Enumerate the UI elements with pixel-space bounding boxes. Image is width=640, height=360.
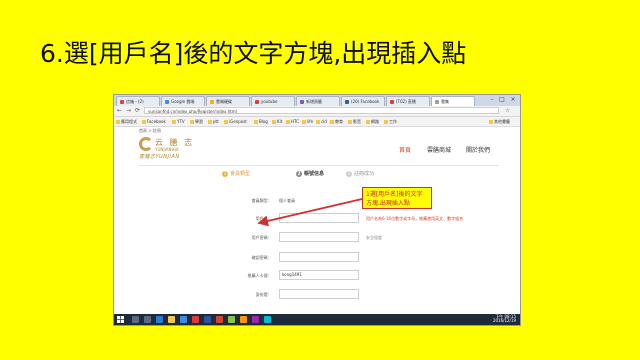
browser-screenshot: 信箱 - (2) Google 雲端 雲端硬碟 youtube 新增頁籤 (20…: [114, 95, 520, 325]
folder-taskbar-icon[interactable]: [168, 316, 175, 323]
taskbar-clock[interactable]: 下午 08:15 2016/12/19: [493, 315, 516, 323]
edge-icon[interactable]: [156, 316, 163, 323]
slide-title: 6.選[用戶名]後的文字方塊,出現插入點: [40, 39, 467, 68]
app-icon[interactable]: [228, 316, 235, 323]
word-icon[interactable]: [204, 316, 211, 323]
store-icon[interactable]: [180, 316, 187, 323]
powerpoint-icon[interactable]: [216, 316, 223, 323]
windows-start-icon[interactable]: [117, 316, 124, 323]
clock-date: 2016/12/19: [492, 318, 516, 323]
task-view-icon[interactable]: [144, 316, 151, 323]
app-icon[interactable]: [252, 316, 259, 323]
annotation-arrow-icon: [257, 198, 363, 227]
search-taskbar-icon[interactable]: [132, 316, 139, 323]
app-icon[interactable]: [264, 316, 271, 323]
chrome-icon[interactable]: [192, 316, 199, 323]
app-icon[interactable]: [240, 316, 247, 323]
taskbar: 下午 08:15 2016/12/19: [114, 314, 520, 325]
